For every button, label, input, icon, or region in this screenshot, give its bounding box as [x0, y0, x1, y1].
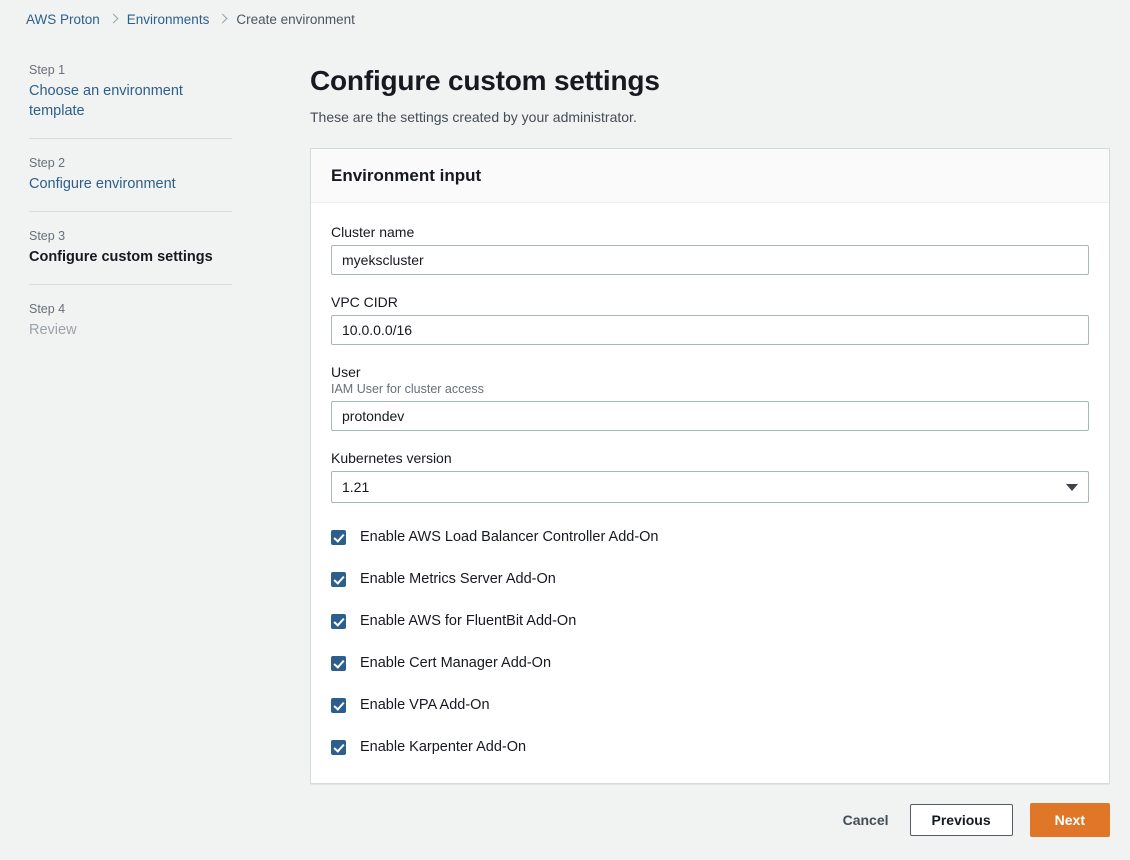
kubernetes-version-select-wrap: 1.21 — [331, 471, 1089, 503]
page-container: Step 1 Choose an environment template St… — [0, 31, 1130, 837]
check-icon[interactable] — [331, 572, 346, 587]
wizard-step-1: Step 1 Choose an environment template — [29, 63, 232, 139]
wizard-step-3-label: Configure custom settings — [29, 247, 232, 267]
check-icon[interactable] — [331, 656, 346, 671]
field-kubernetes-version: Kubernetes version 1.21 — [331, 450, 1089, 503]
checkbox-label-vpa: Enable VPA Add-On — [360, 697, 490, 713]
checkbox-label-karpenter: Enable Karpenter Add-On — [360, 739, 526, 755]
wizard-step-2-number: Step 2 — [29, 156, 232, 170]
cluster-name-input[interactable] — [331, 245, 1089, 275]
wizard-step-3-number: Step 3 — [29, 229, 232, 243]
breadcrumb-item-aws-proton[interactable]: AWS Proton — [26, 12, 100, 27]
breadcrumb: AWS Proton Environments Create environme… — [0, 0, 1130, 31]
card-body: Cluster name VPC CIDR User IAM User for … — [311, 203, 1109, 783]
wizard-step-2: Step 2 Configure environment — [29, 156, 232, 212]
checkbox-row-aws-for-fluentbit[interactable]: Enable AWS for FluentBit Add-On — [331, 613, 1089, 629]
checkbox-label-metrics-server: Enable Metrics Server Add-On — [360, 571, 556, 587]
cancel-button[interactable]: Cancel — [839, 806, 893, 834]
field-cluster-name: Cluster name — [331, 224, 1089, 275]
page-title: Configure custom settings — [310, 65, 1110, 97]
checkbox-row-vpa[interactable]: Enable VPA Add-On — [331, 697, 1089, 713]
wizard-steps: Step 1 Choose an environment template St… — [0, 31, 232, 374]
chevron-right-icon — [218, 13, 227, 26]
checkbox-label-cert-manager: Enable Cert Manager Add-On — [360, 655, 551, 671]
checkbox-row-karpenter[interactable]: Enable Karpenter Add-On — [331, 739, 1089, 755]
user-label: User — [331, 364, 1089, 380]
wizard-step-1-number: Step 1 — [29, 63, 232, 77]
card-header-title: Environment input — [331, 166, 1089, 186]
chevron-right-icon — [109, 13, 118, 26]
wizard-step-4-label: Review — [29, 320, 232, 340]
kubernetes-version-label: Kubernetes version — [331, 450, 1089, 466]
next-button[interactable]: Next — [1030, 803, 1110, 837]
wizard-step-2-label[interactable]: Configure environment — [29, 174, 232, 194]
checkbox-row-aws-load-balancer-controller[interactable]: Enable AWS Load Balancer Controller Add-… — [331, 529, 1089, 545]
user-hint: IAM User for cluster access — [331, 382, 1089, 396]
breadcrumb-item-create-environment: Create environment — [236, 12, 355, 27]
checkbox-row-metrics-server[interactable]: Enable Metrics Server Add-On — [331, 571, 1089, 587]
wizard-step-3: Step 3 Configure custom settings — [29, 229, 232, 285]
breadcrumb-item-environments[interactable]: Environments — [127, 12, 210, 27]
checkbox-label-aws-load-balancer-controller: Enable AWS Load Balancer Controller Add-… — [360, 529, 659, 545]
checkbox-row-cert-manager[interactable]: Enable Cert Manager Add-On — [331, 655, 1089, 671]
environment-input-card: Environment input Cluster name VPC CIDR … — [310, 148, 1110, 784]
wizard-footer: Cancel Previous Next — [310, 803, 1110, 837]
vpc-cidr-input[interactable] — [331, 315, 1089, 345]
check-icon[interactable] — [331, 614, 346, 629]
kubernetes-version-select[interactable]: 1.21 — [331, 471, 1089, 503]
main-content: Configure custom settings These are the … — [232, 31, 1130, 837]
addon-checkbox-group: Enable AWS Load Balancer Controller Add-… — [331, 529, 1089, 755]
check-icon[interactable] — [331, 530, 346, 545]
wizard-step-1-label[interactable]: Choose an environment template — [29, 81, 232, 121]
kubernetes-version-value: 1.21 — [342, 479, 369, 495]
user-input[interactable] — [331, 401, 1089, 431]
field-vpc-cidr: VPC CIDR — [331, 294, 1089, 345]
vpc-cidr-label: VPC CIDR — [331, 294, 1089, 310]
checkbox-label-aws-for-fluentbit: Enable AWS for FluentBit Add-On — [360, 613, 576, 629]
wizard-step-4: Step 4 Review — [29, 302, 232, 357]
card-header: Environment input — [311, 149, 1109, 203]
wizard-step-4-number: Step 4 — [29, 302, 232, 316]
page-subtitle: These are the settings created by your a… — [310, 109, 1110, 125]
previous-button[interactable]: Previous — [910, 804, 1013, 836]
check-icon[interactable] — [331, 740, 346, 755]
field-user: User IAM User for cluster access — [331, 364, 1089, 431]
cluster-name-label: Cluster name — [331, 224, 1089, 240]
check-icon[interactable] — [331, 698, 346, 713]
